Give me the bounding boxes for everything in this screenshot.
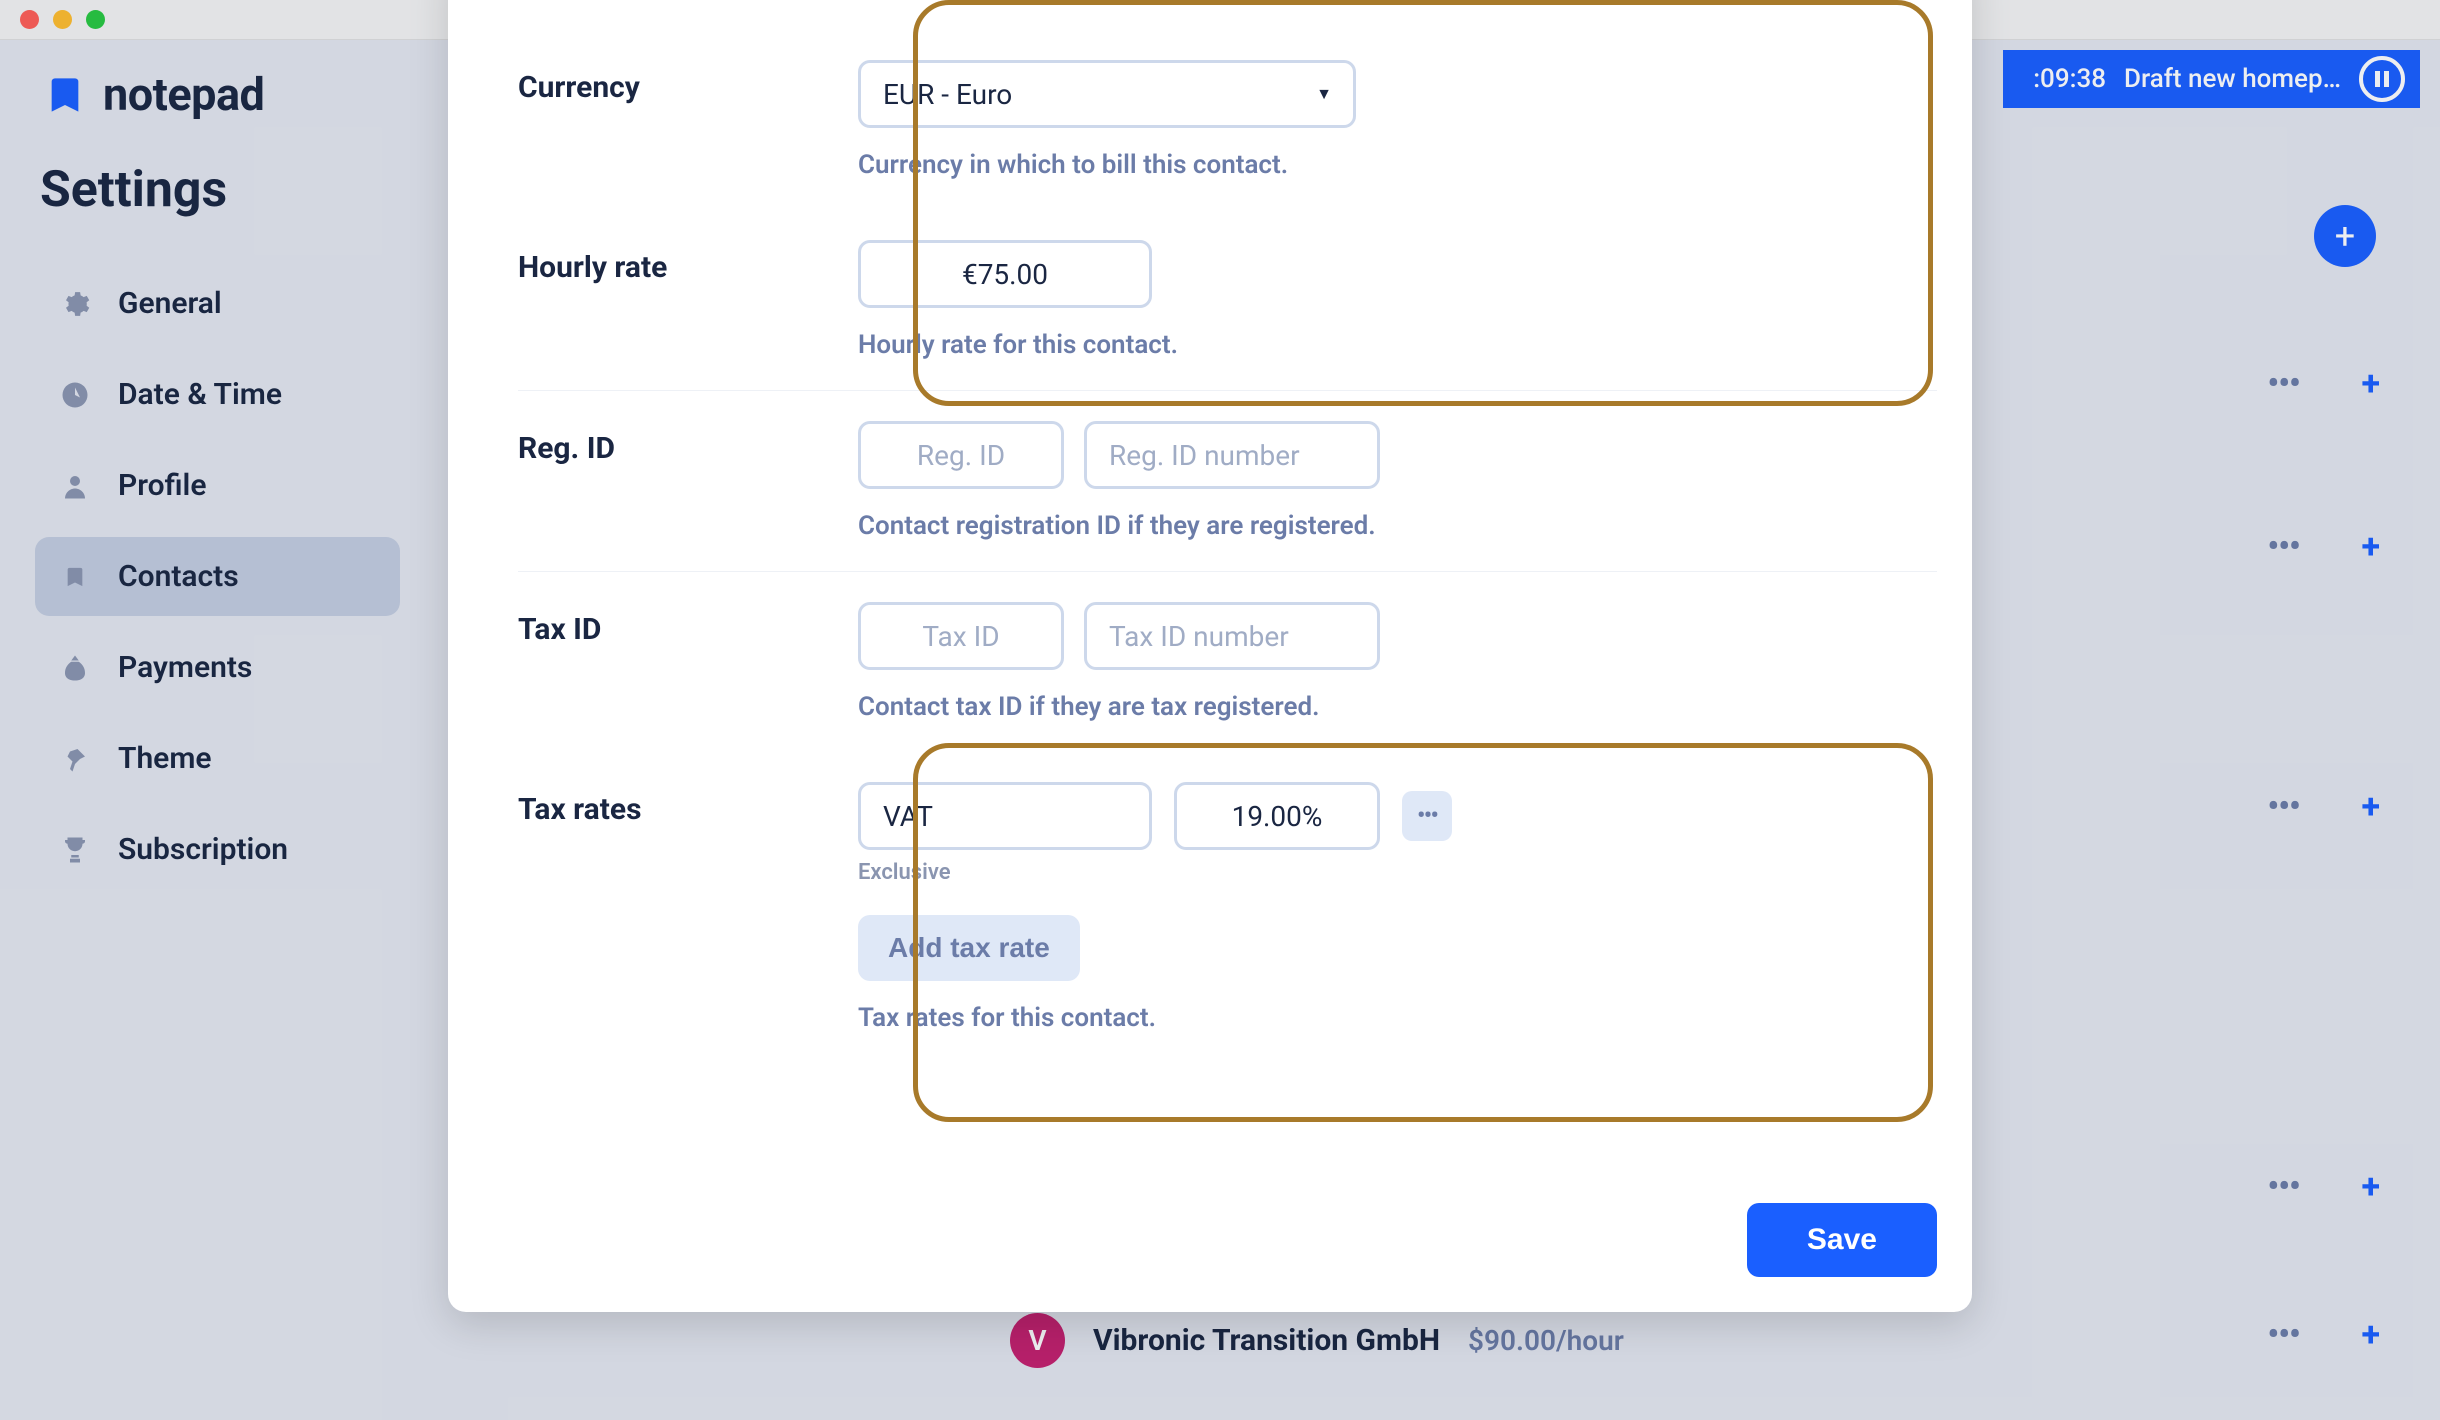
currency-help: Currency in which to bill this contact. bbox=[858, 150, 1937, 180]
hourly-rate-help: Hourly rate for this contact. bbox=[858, 330, 1937, 360]
reg-id-label-input[interactable] bbox=[858, 421, 1064, 489]
tax-rates-help: Tax rates for this contact. bbox=[858, 1003, 1937, 1033]
tax-id-number-input[interactable] bbox=[1084, 602, 1380, 670]
tax-id-help: Contact tax ID if they are tax registere… bbox=[858, 692, 1937, 722]
tax-rate-value-input[interactable] bbox=[1174, 782, 1380, 850]
tax-id-label-input[interactable] bbox=[858, 602, 1064, 670]
tax-id-label: Tax ID bbox=[518, 602, 858, 722]
hourly-rate-row: Hourly rate Hourly rate for this contact… bbox=[518, 210, 1937, 390]
reg-id-label: Reg. ID bbox=[518, 421, 858, 541]
tax-id-row: Tax ID Contact tax ID if they are tax re… bbox=[518, 571, 1937, 752]
tax-rate-name-input[interactable] bbox=[858, 782, 1152, 850]
reg-id-help: Contact registration ID if they are regi… bbox=[858, 511, 1937, 541]
tax-rates-row: Tax rates ••• Exclusive Add tax rate Tax… bbox=[518, 752, 1937, 1063]
currency-select[interactable]: EUR - Euro bbox=[858, 60, 1356, 128]
hourly-rate-label: Hourly rate bbox=[518, 240, 858, 360]
contact-edit-modal: Currency EUR - Euro ▼ Currency in which … bbox=[448, 0, 1972, 1312]
tax-rate-more-button[interactable]: ••• bbox=[1402, 791, 1452, 841]
tax-rates-label: Tax rates bbox=[518, 782, 858, 1033]
more-icon: ••• bbox=[1417, 801, 1437, 831]
reg-id-row: Reg. ID Contact registration ID if they … bbox=[518, 390, 1937, 571]
save-button[interactable]: Save bbox=[1747, 1203, 1937, 1277]
tax-rate-exclusive-label: Exclusive bbox=[858, 860, 1937, 885]
currency-label: Currency bbox=[518, 60, 858, 180]
add-tax-rate-button[interactable]: Add tax rate bbox=[858, 915, 1080, 981]
reg-id-number-input[interactable] bbox=[1084, 421, 1380, 489]
currency-row: Currency EUR - Euro ▼ Currency in which … bbox=[518, 30, 1937, 210]
hourly-rate-input[interactable] bbox=[858, 240, 1152, 308]
